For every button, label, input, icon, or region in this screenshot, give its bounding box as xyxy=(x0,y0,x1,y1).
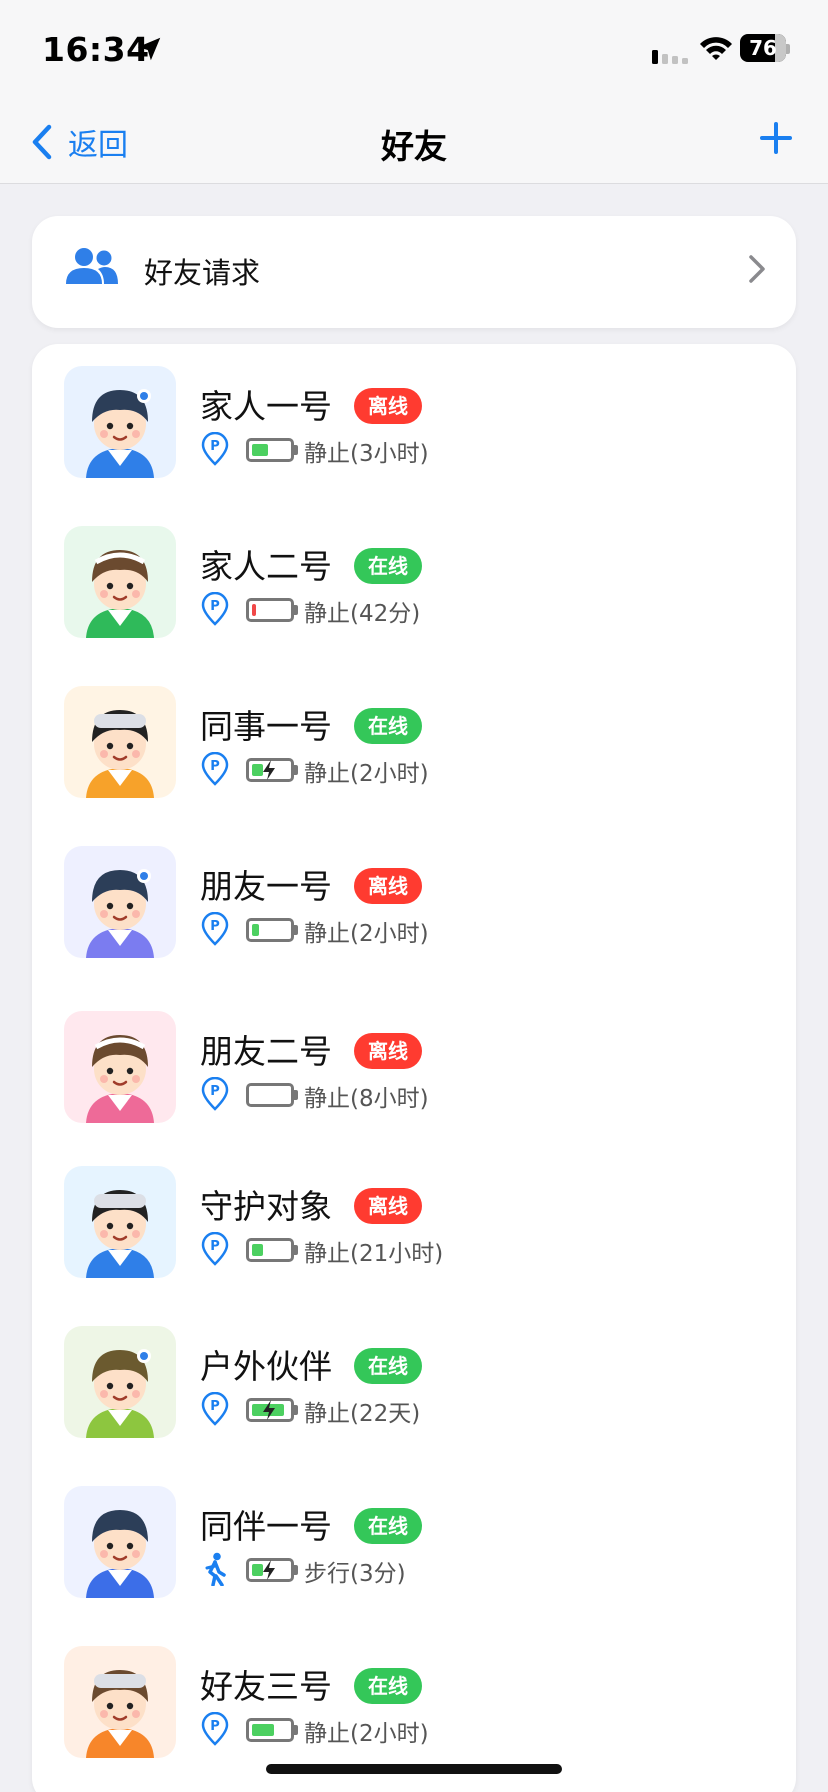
status-badge: 离线 xyxy=(354,1033,422,1069)
avatar xyxy=(64,686,176,798)
chevron-right-icon xyxy=(749,255,765,283)
motion-status: 静止(21小时) xyxy=(304,1241,444,1267)
svg-text:P: P xyxy=(210,1399,220,1414)
friend-row[interactable]: 户外伙伴 在线 P 静止(22天) xyxy=(32,1304,796,1444)
avatar xyxy=(64,1011,176,1123)
friend-row[interactable]: 朋友二号 离线 P 静止(8小时) xyxy=(32,989,796,1129)
friend-row[interactable]: 家人二号 在线 P 静止(42分) xyxy=(32,504,796,644)
friend-request-row[interactable]: 好友请求 xyxy=(32,216,796,328)
home-indicator xyxy=(266,1764,562,1774)
parking-pin-icon: P xyxy=(200,1711,230,1746)
svg-text:P: P xyxy=(210,1719,220,1734)
people-icon xyxy=(66,248,118,284)
parking-pin-icon: P xyxy=(200,1231,230,1266)
friend-name: 家人一号 xyxy=(200,387,332,426)
device-battery-icon xyxy=(246,758,298,782)
avatar xyxy=(64,1166,176,1278)
parking-pin-icon: P xyxy=(200,751,230,786)
walking-icon xyxy=(200,1552,230,1587)
friend-name: 朋友二号 xyxy=(200,1032,332,1071)
parking-pin-icon: P xyxy=(200,431,230,466)
avatar xyxy=(64,1646,176,1758)
parking-pin-icon: P xyxy=(200,1076,230,1111)
parking-pin-icon: P xyxy=(200,591,230,626)
friend-row[interactable]: 朋友一号 离线 P 静止(2小时) xyxy=(32,824,796,964)
battery-percent: 76 xyxy=(749,36,777,60)
device-battery-icon xyxy=(246,598,298,622)
svg-text:P: P xyxy=(210,1239,220,1254)
friend-list: 家人一号 离线 P 静止(3小时) 家人二号 在线 P 静止(42分) 同事一号 在线 P 静止(2小… xyxy=(32,344,796,1792)
avatar xyxy=(64,846,176,958)
avatar xyxy=(64,526,176,638)
motion-status: 静止(22天) xyxy=(304,1401,421,1427)
friend-name: 同伴一号 xyxy=(200,1507,332,1546)
status-badge: 在线 xyxy=(354,708,422,744)
nav-bar: 返回 好友 xyxy=(0,100,828,184)
wifi-icon xyxy=(700,37,732,60)
friend-row[interactable]: 家人一号 离线 P 静止(3小时) xyxy=(32,344,796,484)
friend-name: 户外伙伴 xyxy=(200,1347,332,1386)
svg-text:P: P xyxy=(210,599,220,614)
parking-pin-icon: P xyxy=(200,911,230,946)
friend-name: 守护对象 xyxy=(200,1187,332,1226)
device-battery-icon xyxy=(246,1558,298,1582)
device-battery-icon xyxy=(246,1398,298,1422)
friend-row[interactable]: 同事一号 在线 P 静止(2小时) xyxy=(32,664,796,804)
parking-pin-icon: P xyxy=(200,1391,230,1426)
friend-row[interactable]: 守护对象 离线 P 静止(21小时) xyxy=(32,1144,796,1284)
plus-icon[interactable] xyxy=(758,120,794,156)
friend-name: 好友三号 xyxy=(200,1667,332,1706)
svg-text:P: P xyxy=(210,1084,220,1099)
status-badge: 在线 xyxy=(354,1508,422,1544)
friend-name: 同事一号 xyxy=(200,707,332,746)
device-battery-icon xyxy=(246,1083,298,1107)
motion-status: 静止(3小时) xyxy=(304,441,429,467)
avatar xyxy=(64,366,176,478)
motion-status: 步行(3分) xyxy=(304,1561,406,1587)
motion-status: 静止(2小时) xyxy=(304,1721,429,1747)
friend-request-label: 好友请求 xyxy=(144,256,261,290)
svg-text:P: P xyxy=(210,919,220,934)
status-badge: 离线 xyxy=(354,1188,422,1224)
motion-status: 静止(8小时) xyxy=(304,1086,429,1112)
status-badge: 离线 xyxy=(354,868,422,904)
status-bar: 16:34 76 xyxy=(0,0,828,100)
device-battery-icon xyxy=(246,438,298,462)
device-battery-icon xyxy=(246,1238,298,1262)
friend-name: 家人二号 xyxy=(200,547,332,586)
device-battery-icon xyxy=(246,1718,298,1742)
motion-status: 静止(2小时) xyxy=(304,761,429,787)
svg-text:P: P xyxy=(210,439,220,454)
avatar xyxy=(64,1326,176,1438)
motion-status: 静止(2小时) xyxy=(304,921,429,947)
avatar xyxy=(64,1486,176,1598)
friend-name: 朋友一号 xyxy=(200,867,332,906)
status-badge: 在线 xyxy=(354,548,422,584)
status-badge: 在线 xyxy=(354,1348,422,1384)
device-battery-icon xyxy=(246,918,298,942)
friend-row[interactable]: 好友三号 在线 P 静止(2小时) xyxy=(32,1624,796,1764)
motion-status: 静止(42分) xyxy=(304,601,421,627)
location-arrow-icon xyxy=(137,37,161,61)
status-badge: 离线 xyxy=(354,388,422,424)
battery-indicator: 76 xyxy=(740,34,790,64)
cellular-signal-icon xyxy=(652,50,688,64)
page-title: 好友 xyxy=(381,127,447,166)
svg-text:P: P xyxy=(210,759,220,774)
status-badge: 在线 xyxy=(354,1668,422,1704)
friend-row[interactable]: 同伴一号 在线步行(3分) xyxy=(32,1464,796,1604)
